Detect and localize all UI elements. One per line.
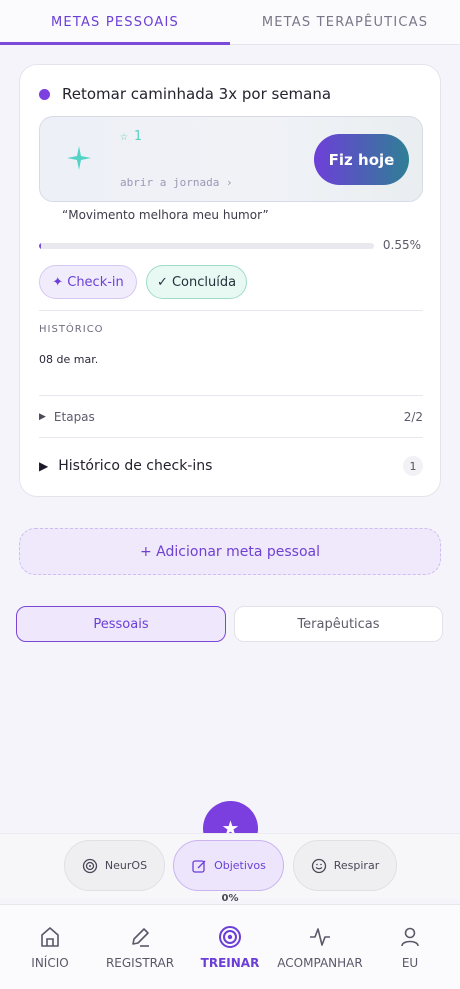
steps-count: 2/2: [403, 410, 423, 424]
segment-personal[interactable]: Pessoais: [16, 606, 226, 642]
nav-track-label: ACOMPANHAR: [277, 956, 363, 970]
nav-train-label: TREINAR: [200, 956, 260, 970]
quick-actions-bar: NeurOS Objetivos Respirar: [0, 833, 460, 899]
triangle-right-icon: ▶: [39, 412, 46, 422]
tab-personal-goals[interactable]: METAS PESSOAIS: [0, 0, 230, 45]
breathe-pill-button[interactable]: Respirar: [293, 840, 397, 891]
bottom-nav: INÍCIO REGISTRAR TREINAR ACOMPANHAR EU: [0, 904, 460, 989]
objectives-label: Objetivos: [214, 859, 266, 872]
divider: [39, 310, 423, 311]
divider: [39, 437, 423, 438]
triangle-right-icon: ▶: [39, 459, 49, 473]
checkin-chip[interactable]: ✦ Check-in: [39, 265, 137, 299]
goal-title: Retomar caminhada 3x por semana: [62, 85, 332, 103]
nav-track[interactable]: ACOMPANHAR: [270, 905, 370, 989]
star-count-value: 1: [133, 129, 142, 144]
did-today-button[interactable]: Fiz hoje: [314, 134, 409, 185]
steps-label: Etapas: [53, 410, 95, 424]
completed-chip[interactable]: ✓ Concluída: [146, 265, 247, 299]
edit-square-icon: [192, 859, 206, 873]
open-journey-link[interactable]: abrir a jornada ›: [120, 176, 233, 189]
target-icon: [219, 926, 241, 948]
goal-tabs: METAS PESSOAIS METAS TERAPÊUTICAS: [0, 0, 460, 45]
goal-progress-label: 0.55%: [382, 238, 421, 252]
goal-progress-bar: [39, 243, 374, 249]
nav-register-label: REGISTRAR: [105, 956, 175, 970]
goal-card: Retomar caminhada 3x por semana ☆ 1 abri…: [19, 64, 441, 497]
journey-panel[interactable]: ☆ 1 abrir a jornada › Fiz hoje: [39, 116, 423, 202]
history-date: 08 de mar.: [39, 353, 99, 366]
nav-train[interactable]: TREINAR: [185, 905, 275, 989]
nav-home-label: INÍCIO: [31, 956, 69, 970]
goal-header: Retomar caminhada 3x por semana: [39, 85, 331, 103]
checkins-label: Histórico de check-ins: [58, 458, 213, 474]
completion-percent: 0%: [221, 893, 239, 904]
segment-therapeutic[interactable]: Terapêuticas: [234, 606, 443, 642]
target-icon: [82, 858, 98, 873]
goal-status-dot: [39, 88, 50, 100]
star-count: ☆ 1: [120, 129, 142, 144]
neuros-pill-button[interactable]: NeurOS: [64, 840, 165, 891]
objectives-pill-button[interactable]: Objetivos: [173, 840, 284, 891]
steps-toggle[interactable]: ▶ Etapas 2/2: [39, 410, 423, 424]
tab-therapeutic-goals[interactable]: METAS TERAPÊUTICAS: [230, 0, 460, 44]
add-personal-goal-button[interactable]: + Adicionar meta pessoal: [19, 528, 441, 575]
sparkle-icon: [66, 145, 92, 171]
nav-home[interactable]: INÍCIO: [0, 905, 100, 989]
neuros-label: NeurOS: [104, 859, 148, 872]
goal-progress-fill: [39, 243, 41, 249]
goal-quote: “Movimento melhora meu humor”: [62, 208, 269, 222]
checkins-count-badge: 1: [403, 456, 423, 476]
divider: [39, 395, 423, 396]
breathe-label: Respirar: [333, 859, 380, 872]
pencil-icon: [132, 928, 149, 947]
home-icon: [41, 927, 59, 947]
history-heading: HISTÓRICO: [39, 324, 104, 335]
activity-icon: [310, 928, 330, 946]
checkins-history-toggle[interactable]: ▶ Histórico de check-ins 1: [39, 456, 423, 476]
nav-me[interactable]: EU: [370, 905, 450, 989]
user-icon: [401, 927, 419, 947]
nav-me-label: EU: [401, 956, 419, 970]
smile-icon: [311, 858, 326, 873]
star-outline-icon: ☆: [120, 129, 128, 144]
nav-register[interactable]: REGISTRAR: [92, 905, 188, 989]
